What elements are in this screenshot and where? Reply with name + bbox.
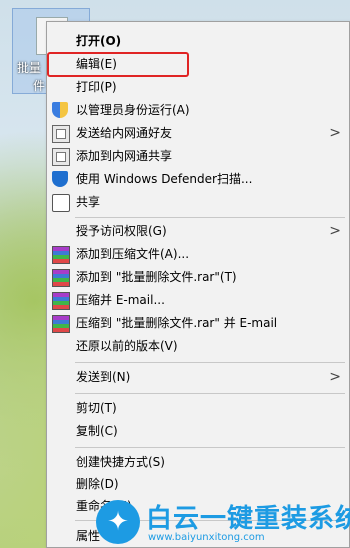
menu-item-print[interactable]: 打印(P) (47, 76, 349, 98)
chevron-right-icon: > (329, 369, 341, 385)
menu-item-add-to-share[interactable]: 添加到内网通共享 (47, 145, 349, 167)
menu-item-defender-scan[interactable]: 使用 Windows Defender扫描... (47, 168, 349, 190)
menu-item-send-to-friend[interactable]: 发送给内网通好友 > (47, 122, 349, 144)
menu-item-compress-rar-email[interactable]: 压缩到 "批量删除文件.rar" 并 E-mail (47, 312, 349, 334)
intranet-share-icon (52, 125, 70, 143)
share-icon (52, 194, 70, 212)
watermark-url: www.baiyunxitong.com (148, 532, 265, 543)
menu-item-delete[interactable]: 删除(D) (47, 473, 349, 495)
winrar-icon (52, 315, 70, 333)
winrar-icon (52, 269, 70, 287)
bird-logo-icon: ✦ (96, 500, 140, 544)
winrar-icon (52, 246, 70, 264)
menu-separator (75, 393, 345, 394)
menu-item-create-shortcut[interactable]: 创建快捷方式(S) (47, 451, 349, 473)
desktop-icon-label-2: 件 (33, 79, 46, 93)
winrar-icon (52, 292, 70, 310)
menu-separator (75, 217, 345, 218)
menu-item-grant-access[interactable]: 授予访问权限(G) > (47, 220, 349, 242)
intranet-share-icon (52, 148, 70, 166)
menu-separator (75, 362, 345, 363)
desktop-icon-label: 批量 (17, 61, 42, 75)
menu-item-compress-email[interactable]: 压缩并 E-mail... (47, 289, 349, 311)
menu-separator (75, 447, 345, 448)
watermark: ✦ 白云一键重装系统 www.baiyunxitong.com (96, 500, 350, 548)
menu-item-open[interactable]: 打开(O) (47, 30, 349, 52)
menu-item-copy[interactable]: 复制(C) (47, 420, 349, 442)
chevron-right-icon: > (329, 125, 341, 141)
menu-item-add-to-rar[interactable]: 添加到 "批量删除文件.rar"(T) (47, 266, 349, 288)
menu-item-cut[interactable]: 剪切(T) (47, 397, 349, 419)
menu-item-run-as-admin[interactable]: 以管理员身份运行(A) (47, 99, 349, 121)
watermark-title: 白云一键重装系统 (146, 504, 350, 534)
context-menu: 打开(O) 编辑(E) 打印(P) 以管理员身份运行(A) 发送给内网通好友 >… (46, 21, 350, 548)
menu-item-share[interactable]: 共享 (47, 191, 349, 213)
edit-highlight-box (47, 52, 189, 77)
chevron-right-icon: > (329, 223, 341, 239)
menu-item-add-to-archive[interactable]: 添加到压缩文件(A)... (47, 243, 349, 265)
uac-shield-icon (52, 102, 68, 118)
defender-icon (52, 171, 68, 187)
menu-item-send-to[interactable]: 发送到(N) > (47, 366, 349, 388)
menu-item-restore-previous[interactable]: 还原以前的版本(V) (47, 335, 349, 357)
